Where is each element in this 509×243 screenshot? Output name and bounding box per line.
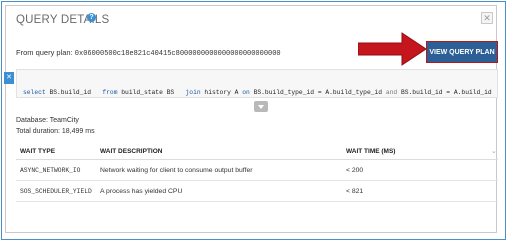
expand-icon[interactable]: ✕ <box>4 72 14 84</box>
red-arrow-shape <box>358 32 427 66</box>
wait-description-cell: A process has yielded CPU <box>100 188 183 195</box>
database-label: Database: TeamCity <box>16 117 79 124</box>
sql-token: history A <box>200 89 243 97</box>
table-row: ASYNC_NETWORK_IO Network waiting for cli… <box>16 160 498 181</box>
table-header: WAIT TYPE WAIT DESCRIPTION WAIT TIME (MS… <box>16 145 498 160</box>
sql-token: from <box>102 89 118 97</box>
wait-time-cell: < 200 <box>346 167 364 174</box>
sql-line-1: select BS.build_id from build_state BS j… <box>23 89 497 97</box>
col-wait-description[interactable]: WAIT DESCRIPTION <box>100 148 162 155</box>
sql-token: select <box>23 89 46 97</box>
query-plan-label: From query plan: 0x06000500c18e821c40415… <box>16 48 281 58</box>
table-row: SOS_SCHEDULER_YIELD A process has yielde… <box>16 181 498 202</box>
query-plan-prefix: From query plan: <box>16 48 73 57</box>
sql-token: on <box>242 89 250 97</box>
col-wait-type[interactable]: WAIT TYPE <box>20 148 55 155</box>
wait-type-cell: ASYNC_NETWORK_IO <box>20 167 81 174</box>
sql-token: and <box>385 89 398 97</box>
sql-token: BS.build_id <box>45 89 103 97</box>
query-plan-hash: 0x06000500c18e821c40415c8000000000000000… <box>74 50 281 58</box>
wait-description-cell: Network waiting for client to consume ou… <box>100 167 253 174</box>
chevron-down-icon[interactable] <box>254 101 268 112</box>
annotation-arrow <box>358 32 427 66</box>
close-icon: ✕ <box>483 13 491 23</box>
sort-icon[interactable]: ⌄ <box>491 147 497 155</box>
sql-text-box: select BS.build_id from build_state BS j… <box>16 69 498 98</box>
sql-token: BS.build_type_id = A.build_type_id <box>249 89 386 97</box>
sql-token: join <box>185 89 201 97</box>
close-button[interactable]: ✕ <box>481 12 493 24</box>
sql-token: build_state BS <box>117 89 186 97</box>
wait-type-cell: SOS_SCHEDULER_YIELD <box>20 188 92 195</box>
query-details-dialog: QUERY DETAILS ? ✕ From query plan: 0x060… <box>5 5 498 233</box>
view-query-plan-button[interactable]: VIEW QUERY PLAN <box>426 41 498 63</box>
sql-token: BS.build_id = A.build_id <box>397 89 492 97</box>
help-icon[interactable]: ? <box>87 13 96 22</box>
total-duration-label: Total duration: 18,499 ms <box>16 128 95 135</box>
wait-time-cell: < 821 <box>346 188 364 195</box>
col-wait-time[interactable]: WAIT TIME (MS) <box>346 148 395 155</box>
